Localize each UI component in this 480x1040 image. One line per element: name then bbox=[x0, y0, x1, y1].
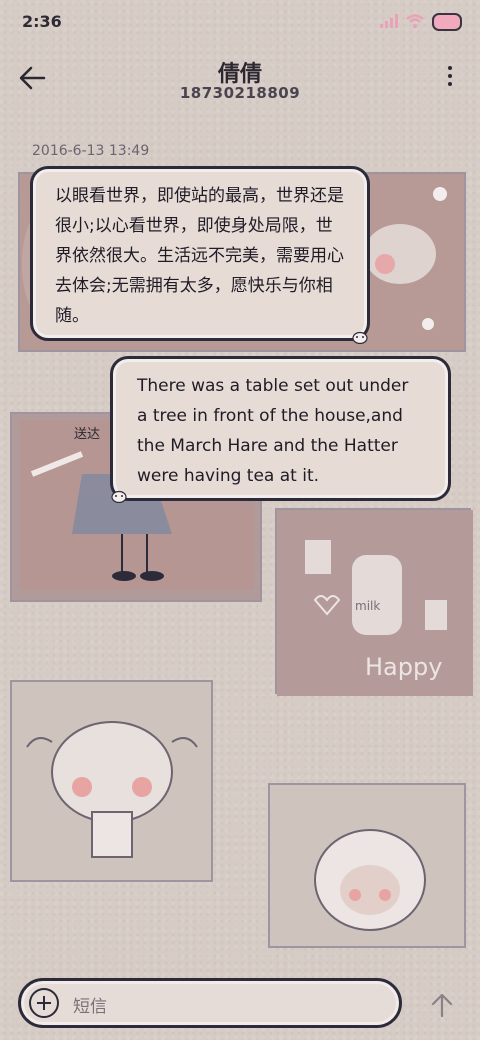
milk-label: milk bbox=[355, 599, 380, 613]
plus-icon[interactable] bbox=[29, 988, 59, 1018]
incoming-message-bubble[interactable]: 以眼看世界，即使站的最高，世界还是很小;以心看世界，即使身处局限，世界依然很大。… bbox=[30, 166, 370, 341]
wifi-icon bbox=[406, 14, 424, 28]
cow-costume-doodle bbox=[314, 829, 426, 931]
status-bar: 2:36 bbox=[0, 0, 480, 42]
message-input[interactable]: 短信 bbox=[73, 992, 107, 1017]
wallpaper-card-cow-drink bbox=[10, 680, 213, 882]
cow-badge-icon bbox=[111, 490, 127, 503]
delivery-status: 送达 bbox=[74, 427, 101, 442]
incoming-message-text: 以眼看世界，即使站的最高，世界还是很小;以心看世界，即使身处局限，世界依然很大。… bbox=[55, 186, 344, 326]
status-time: 2:36 bbox=[22, 12, 62, 31]
message-compose-bar[interactable]: 短信 bbox=[18, 978, 402, 1028]
cow-badge-icon bbox=[352, 331, 368, 344]
wallpaper-card-cow-costume bbox=[268, 783, 466, 948]
cow-drinking-doodle bbox=[26, 721, 198, 858]
message-timestamp: 2016-6-13 13:49 bbox=[32, 143, 150, 159]
milk-doodle: milk Happy bbox=[277, 510, 473, 696]
signal-icon bbox=[380, 14, 398, 28]
send-arrow-icon[interactable] bbox=[430, 992, 454, 1018]
contact-phone: 18730218809 bbox=[179, 84, 301, 102]
battery-icon bbox=[432, 13, 462, 31]
outgoing-message-text: There was a table set out under a tree i… bbox=[137, 376, 409, 486]
wallpaper-card-milk: milk Happy bbox=[275, 508, 473, 696]
happy-label: Happy bbox=[365, 653, 442, 681]
outgoing-message-bubble[interactable]: There was a table set out under a tree i… bbox=[110, 356, 451, 501]
more-vert-icon[interactable] bbox=[446, 66, 454, 92]
